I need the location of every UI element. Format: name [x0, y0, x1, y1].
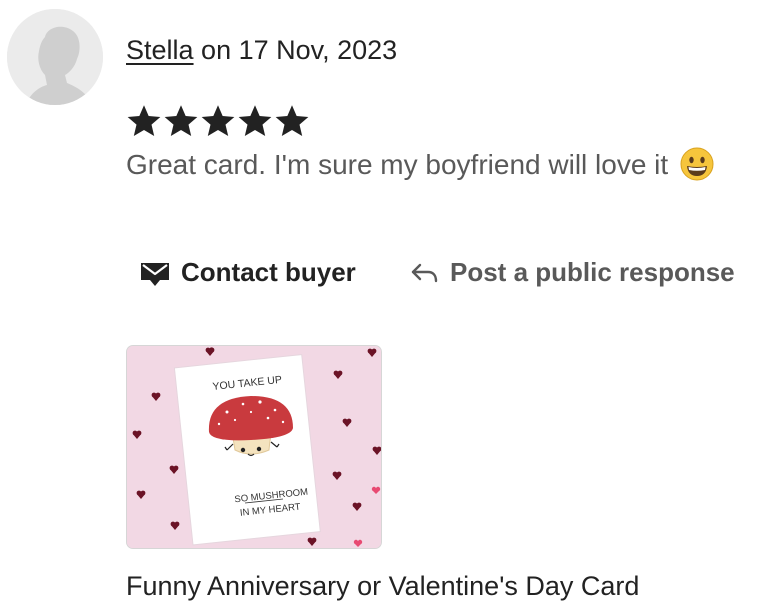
- post-public-response-label: Post a public response: [450, 256, 735, 287]
- star-icon: [164, 105, 198, 136]
- review-meta: Stella on 17 Nov, 2023: [126, 35, 397, 66]
- grinning-face-emoji-icon: [680, 147, 714, 181]
- star-icon: [275, 105, 309, 136]
- review-date: on 17 Nov, 2023: [193, 35, 398, 65]
- post-public-response-button[interactable]: Post a public response: [408, 256, 735, 288]
- star-icon: [201, 105, 235, 136]
- product-thumbnail[interactable]: YOU TAKE UP SO MUSHROOM IN MY HEART: [126, 345, 382, 549]
- star-rating: [126, 103, 310, 139]
- user-silhouette-icon: [7, 9, 103, 105]
- product-title-link[interactable]: Funny Anniversary or Valentine's Day Car…: [126, 571, 639, 602]
- star-icon: [238, 105, 272, 136]
- review-text: Great card. I'm sure my boyfriend will l…: [126, 149, 669, 180]
- card-preview-image: YOU TAKE UP SO MUSHROOM IN MY HEART: [127, 346, 381, 548]
- reviewer-name-link[interactable]: Stella: [126, 35, 194, 65]
- review-body: Great card. I'm sure my boyfriend will l…: [126, 147, 714, 181]
- star-icon: [127, 105, 161, 136]
- reply-arrow-icon: [411, 263, 438, 283]
- reviewer-avatar[interactable]: [7, 9, 103, 105]
- envelope-icon: [141, 263, 169, 286]
- contact-buyer-button[interactable]: Contact buyer: [139, 256, 356, 288]
- contact-buyer-label: Contact buyer: [181, 256, 356, 287]
